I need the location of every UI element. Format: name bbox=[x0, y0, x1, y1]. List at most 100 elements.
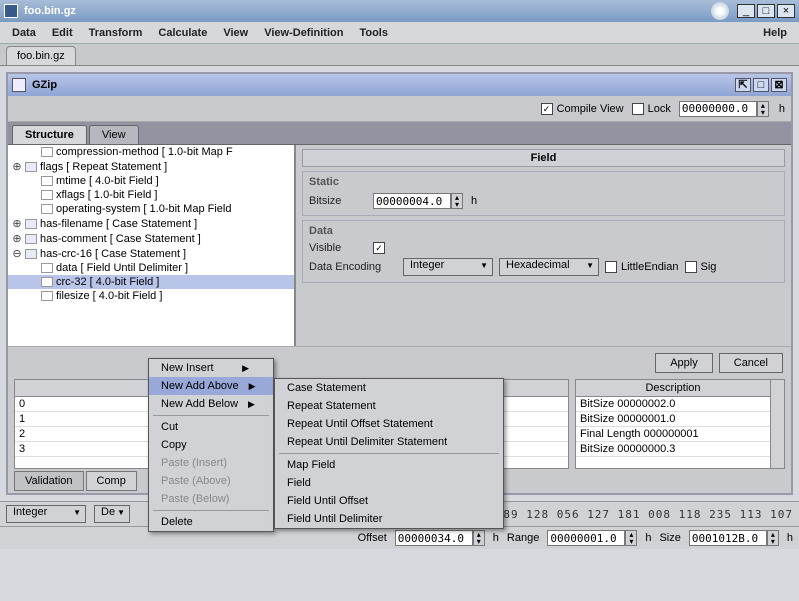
sub-map-field[interactable]: Map Field bbox=[275, 456, 503, 474]
menu-tools[interactable]: Tools bbox=[351, 25, 396, 41]
spinner-icon[interactable]: ▴▾ bbox=[757, 101, 769, 117]
sub-field[interactable]: Field bbox=[275, 474, 503, 492]
offset-unit: h bbox=[493, 532, 499, 544]
tree-item[interactable]: mtime [ 4.0-bit Field ] bbox=[8, 174, 294, 188]
tab-validation[interactable]: Validation bbox=[14, 471, 84, 491]
offset-field[interactable]: ▴▾ bbox=[395, 530, 485, 546]
menubar: Data Edit Transform Calculate View View-… bbox=[0, 22, 799, 44]
lock-value-field[interactable]: ▴▾ bbox=[679, 101, 769, 117]
offset-input[interactable] bbox=[395, 530, 473, 546]
tree-item[interactable]: ⊕has-comment [ Case Statement ] bbox=[8, 231, 294, 246]
menu-edit[interactable]: Edit bbox=[44, 25, 81, 41]
sub-case-statement[interactable]: Case Statement bbox=[275, 379, 503, 397]
panel-close-icon[interactable]: ⊠ bbox=[771, 78, 787, 92]
visible-checkbox[interactable]: ✓ bbox=[373, 242, 385, 254]
menu-view[interactable]: View bbox=[215, 25, 256, 41]
range-input[interactable] bbox=[547, 530, 625, 546]
menu-transform[interactable]: Transform bbox=[81, 25, 151, 41]
lock-checkbox[interactable]: Lock bbox=[632, 103, 671, 115]
tree-item[interactable]: ⊕has-filename [ Case Statement ] bbox=[8, 216, 294, 231]
close-button[interactable]: × bbox=[777, 4, 795, 18]
expand-icon[interactable]: ⊕ bbox=[12, 232, 22, 245]
app-icon bbox=[4, 4, 18, 18]
range-unit: h bbox=[645, 532, 651, 544]
menu-help[interactable]: Help bbox=[755, 25, 795, 41]
tab-view[interactable]: View bbox=[89, 125, 139, 144]
ctx-new-add-above[interactable]: New Add Above▶ bbox=[149, 377, 273, 395]
tree-label: xflags [ 1.0-bit Field ] bbox=[56, 189, 158, 201]
type-dropdown[interactable]: Integer bbox=[6, 505, 86, 523]
table-row[interactable]: Final Length 000000001 bbox=[576, 427, 770, 442]
range-field[interactable]: ▴▾ bbox=[547, 530, 637, 546]
tree-item[interactable]: ⊖has-crc-16 [ Case Statement ] bbox=[8, 246, 294, 261]
table-row[interactable]: BitSize 00000001.0 bbox=[576, 412, 770, 427]
menu-calculate[interactable]: Calculate bbox=[150, 25, 215, 41]
desc-header: Description bbox=[576, 380, 770, 397]
size-field[interactable]: ▴▾ bbox=[689, 530, 779, 546]
cancel-button[interactable]: Cancel bbox=[719, 353, 783, 373]
main-split: compression-method [ 1.0-bit Map F ⊕flag… bbox=[8, 144, 791, 346]
sub-repeat-delimiter[interactable]: Repeat Until Delimiter Statement bbox=[275, 433, 503, 451]
sub-repeat-offset[interactable]: Repeat Until Offset Statement bbox=[275, 415, 503, 433]
file-icon bbox=[41, 147, 53, 157]
tab-compile[interactable]: Comp bbox=[86, 471, 137, 491]
bitsize-unit: h bbox=[471, 195, 477, 207]
minimize-button[interactable]: _ bbox=[737, 4, 755, 18]
panel-titlebar: GZip ⇱ □ ⊠ bbox=[8, 74, 791, 96]
table-row[interactable]: BitSize 00000002.0 bbox=[576, 397, 770, 412]
structure-tree[interactable]: compression-method [ 1.0-bit Map F ⊕flag… bbox=[8, 145, 296, 346]
table-row[interactable]: BitSize 00000000.3 bbox=[576, 442, 770, 457]
endian-checkbox[interactable]: LittleEndian bbox=[605, 261, 679, 273]
expand-icon[interactable]: ⊕ bbox=[12, 217, 22, 230]
spinner-icon[interactable]: ▴▾ bbox=[451, 193, 463, 209]
bitsize-field[interactable]: ▴▾ bbox=[373, 193, 463, 209]
sub-repeat-statement[interactable]: Repeat Statement bbox=[275, 397, 503, 415]
ctx-delete[interactable]: Delete bbox=[149, 513, 273, 531]
collapse-icon[interactable]: ⊖ bbox=[12, 247, 22, 260]
file-tabs: foo.bin.gz bbox=[0, 44, 799, 66]
description-table: Description BitSize 00000002.0 BitSize 0… bbox=[575, 379, 785, 469]
expand-icon[interactable]: ⊕ bbox=[12, 160, 22, 173]
menu-data[interactable]: Data bbox=[4, 25, 44, 41]
spinner-icon[interactable]: ▴▾ bbox=[473, 530, 485, 546]
hex-dropdown[interactable]: Hexadecimal bbox=[499, 258, 599, 276]
bitsize-input[interactable] bbox=[373, 193, 451, 209]
tree-item[interactable]: xflags [ 1.0-bit Field ] bbox=[8, 188, 294, 202]
ctx-copy[interactable]: Copy bbox=[149, 436, 273, 454]
apply-button[interactable]: Apply bbox=[655, 353, 713, 373]
compile-view-checkbox[interactable]: ✓ Compile View bbox=[541, 103, 624, 115]
tree-item[interactable]: operating-system [ 1.0-bit Map Field bbox=[8, 202, 294, 216]
form-buttons: Apply Cancel bbox=[8, 346, 791, 379]
lock-value-input[interactable] bbox=[679, 101, 757, 117]
tree-item[interactable]: data [ Field Until Delimiter ] bbox=[8, 261, 294, 275]
tree-item[interactable]: filesize [ 4.0-bit Field ] bbox=[8, 289, 294, 303]
encoding-dropdown[interactable]: Integer bbox=[403, 258, 493, 276]
tree-item[interactable]: compression-method [ 1.0-bit Map F bbox=[8, 145, 294, 159]
tree-label: crc-32 [ 4.0-bit Field ] bbox=[56, 276, 159, 288]
file-tab[interactable]: foo.bin.gz bbox=[6, 46, 76, 65]
sub-field-delimiter[interactable]: Field Until Delimiter bbox=[275, 510, 503, 528]
menu-view-definition[interactable]: View-Definition bbox=[256, 25, 351, 41]
spinner-icon[interactable]: ▴▾ bbox=[767, 530, 779, 546]
context-submenu: Case Statement Repeat Statement Repeat U… bbox=[274, 378, 504, 529]
bitsize-label: Bitsize bbox=[309, 195, 367, 207]
spinner-icon[interactable]: ▴▾ bbox=[625, 530, 637, 546]
tab-structure[interactable]: Structure bbox=[12, 125, 87, 144]
panel-max-icon[interactable]: □ bbox=[753, 78, 769, 92]
field-form: Field Static Bitsize ▴▾ h Data Visible ✓ bbox=[296, 145, 791, 346]
panel-undock-icon[interactable]: ⇱ bbox=[735, 78, 751, 92]
scrollbar[interactable] bbox=[770, 380, 784, 468]
size-input[interactable] bbox=[689, 530, 767, 546]
window-titlebar: foo.bin.gz _ □ × bbox=[0, 0, 799, 22]
encoding-value: Integer bbox=[410, 259, 444, 271]
de-dropdown[interactable]: De bbox=[94, 505, 130, 523]
maximize-button[interactable]: □ bbox=[757, 4, 775, 18]
sub-field-offset[interactable]: Field Until Offset bbox=[275, 492, 503, 510]
sig-checkbox[interactable]: Sig bbox=[685, 261, 717, 273]
folder-icon bbox=[25, 234, 37, 244]
tree-item[interactable]: ⊕flags [ Repeat Statement ] bbox=[8, 159, 294, 174]
ctx-new-add-below[interactable]: New Add Below▶ bbox=[149, 395, 273, 413]
tree-item-selected[interactable]: crc-32 [ 4.0-bit Field ] bbox=[8, 275, 294, 289]
ctx-new-insert[interactable]: New Insert▶ bbox=[149, 359, 273, 377]
ctx-cut[interactable]: Cut bbox=[149, 418, 273, 436]
